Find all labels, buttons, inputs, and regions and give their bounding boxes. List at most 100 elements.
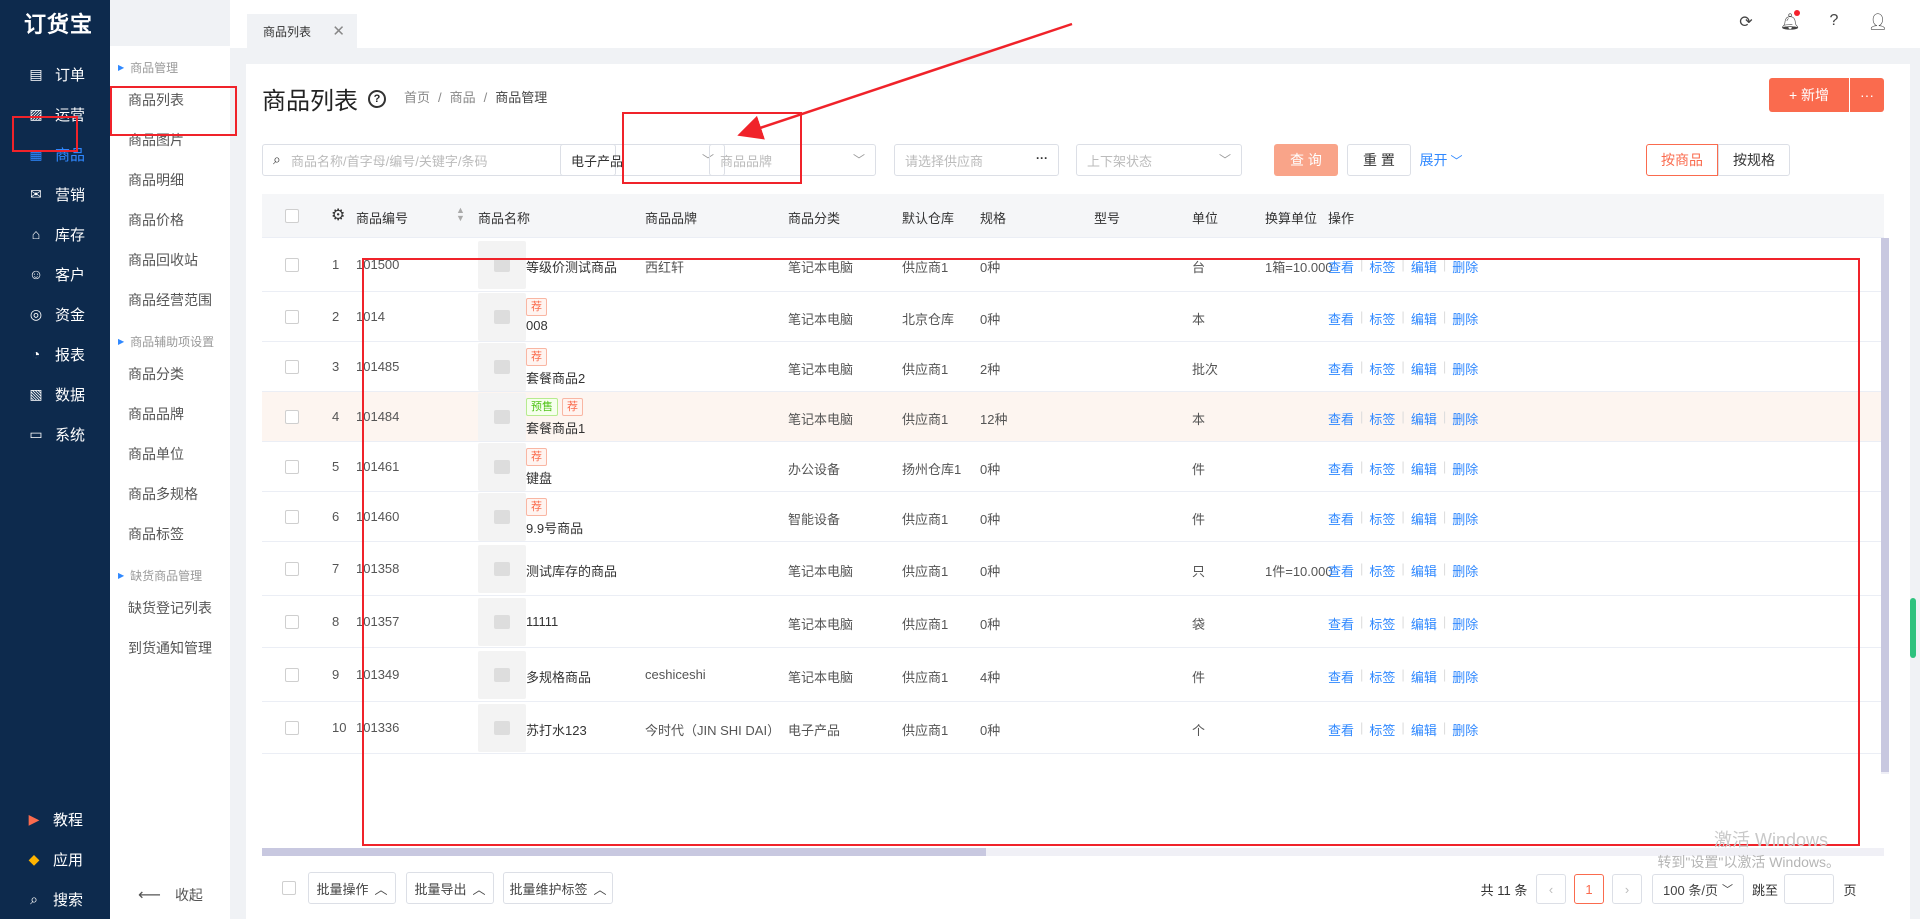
batch-export-button[interactable]: 批量导出 ︿ (406, 872, 494, 904)
nav-item-5[interactable]: ☺ 客户 (0, 254, 110, 294)
edit-link[interactable]: 编辑 (1411, 257, 1437, 276)
view-link[interactable]: 查看 (1328, 409, 1354, 428)
close-icon[interactable]: ✕ (332, 22, 345, 40)
subnav-item[interactable]: 商品明细 (110, 160, 230, 200)
delete-link[interactable]: 删除 (1452, 667, 1478, 686)
subnav-item[interactable]: 商品标签 (110, 514, 230, 554)
product-thumbnail[interactable] (478, 293, 526, 341)
ellipsis-icon[interactable]: ··· (1036, 151, 1048, 165)
subnav-item[interactable]: 商品单位 (110, 434, 230, 474)
view-link[interactable]: 查看 (1328, 561, 1354, 580)
view-link[interactable]: 查看 (1328, 614, 1354, 633)
page-size-select[interactable]: 100 条/页 ﹀ (1652, 874, 1744, 904)
tag-link[interactable]: 标签 (1369, 459, 1395, 478)
product-thumbnail[interactable] (478, 393, 526, 441)
tag-link[interactable]: 标签 (1369, 509, 1395, 528)
view-link[interactable]: 查看 (1328, 459, 1354, 478)
bell-icon[interactable]: 🔔︎ (1768, 10, 1812, 32)
product-thumbnail[interactable] (478, 443, 526, 491)
nav-item-3[interactable]: ✉ 营销 (0, 174, 110, 214)
subnav-item[interactable]: 到货通知管理 (110, 628, 230, 668)
status-select[interactable]: 上下架状态 ﹀ (1076, 144, 1242, 176)
nav-item-0[interactable]: ▤ 订单 (0, 54, 110, 94)
nav-item-6[interactable]: ◎ 资金 (0, 294, 110, 334)
tag-link[interactable]: 标签 (1369, 667, 1395, 686)
product-thumbnail[interactable] (478, 343, 526, 391)
subnav-item[interactable]: 商品经营范围 (110, 280, 230, 320)
subnav-item[interactable]: 商品价格 (110, 200, 230, 240)
sort-icon[interactable]: ▲ ▼ (456, 206, 465, 223)
help-icon[interactable]: ? (1812, 12, 1856, 32)
reset-button[interactable]: 重 置 (1347, 144, 1411, 176)
batch-tag-button[interactable]: 批量维护标签 ︿ (503, 872, 613, 904)
row-checkbox[interactable] (285, 668, 299, 682)
edit-link[interactable]: 编辑 (1411, 409, 1437, 428)
horizontal-scrollbar-thumb[interactable] (262, 848, 986, 856)
row-checkbox[interactable] (285, 360, 299, 374)
delete-link[interactable]: 删除 (1452, 359, 1478, 378)
view-link[interactable]: 查看 (1328, 359, 1354, 378)
delete-link[interactable]: 删除 (1452, 720, 1478, 739)
row-checkbox[interactable] (285, 258, 299, 272)
delete-link[interactable]: 删除 (1452, 459, 1478, 478)
tag-link[interactable]: 标签 (1369, 257, 1395, 276)
next-page-button[interactable]: › (1612, 874, 1642, 904)
product-thumbnail[interactable] (478, 241, 526, 289)
subnav-item[interactable]: 商品多规格 (110, 474, 230, 514)
edit-link[interactable]: 编辑 (1411, 667, 1437, 686)
by-spec-toggle[interactable]: 按规格 (1718, 144, 1790, 176)
add-product-button[interactable]: + 新增 (1769, 78, 1849, 112)
nav-item-2[interactable]: ▦ 商品 (0, 134, 110, 174)
refresh-icon[interactable]: ⟳ (1724, 12, 1768, 32)
delete-link[interactable]: 删除 (1452, 561, 1478, 580)
delete-link[interactable]: 删除 (1452, 614, 1478, 633)
nav-item-4[interactable]: ⌂ 库存 (0, 214, 110, 254)
row-checkbox[interactable] (285, 721, 299, 735)
table-row[interactable]: 4 101484 预售荐套餐商品1 笔记本电脑 供应商1 12种 本 查看 | 标签 | 编辑 | 删除 (262, 392, 1884, 442)
subnav-item[interactable]: 商品列表 (110, 80, 230, 120)
subnav-item[interactable]: 商品品牌 (110, 394, 230, 434)
table-row[interactable]: 8 101357 11111 笔记本电脑 供应商1 0种 袋 查看 | 标签 | 编辑 | 删除 (262, 596, 1884, 648)
jump-input[interactable] (1784, 874, 1834, 904)
edit-link[interactable]: 编辑 (1411, 309, 1437, 328)
delete-link[interactable]: 删除 (1452, 409, 1478, 428)
tag-link[interactable]: 标签 (1369, 614, 1395, 633)
delete-link[interactable]: 删除 (1452, 509, 1478, 528)
footer-select-checkbox[interactable] (282, 881, 296, 895)
help-circle-icon[interactable]: ? (368, 89, 386, 108)
expand-button[interactable]: 展开 ﹀ (1414, 144, 1468, 176)
table-row[interactable]: 3 101485 荐套餐商品2 笔记本电脑 供应商1 2种 批次 查看 | 标签 | 编辑 | 删除 (262, 342, 1884, 392)
subnav-item[interactable]: 商品回收站 (110, 240, 230, 280)
delete-link[interactable]: 删除 (1452, 309, 1478, 328)
user-icon[interactable]: 👤︎ (1856, 12, 1900, 32)
table-row[interactable]: 9 101349 多规格商品 ceshiceshi 笔记本电脑 供应商1 4种 件 查看 | 标签 |… (262, 648, 1884, 702)
table-row[interactable]: 5 101461 荐键盘 办公设备 扬州仓库1 0种 件 查看 | 标签 | 编辑 | 删除 (262, 442, 1884, 492)
by-product-toggle[interactable]: 按商品 (1646, 144, 1718, 176)
product-thumbnail[interactable] (478, 493, 526, 541)
subnav-item[interactable]: 缺货登记列表 (110, 588, 230, 628)
subnav-item[interactable]: 商品分类 (110, 354, 230, 394)
view-link[interactable]: 查看 (1328, 667, 1354, 686)
subnav-item[interactable]: 商品图片 (110, 120, 230, 160)
nav-item-8[interactable]: ▧ 数据 (0, 374, 110, 414)
delete-link[interactable]: 删除 (1452, 257, 1478, 276)
nav-bottom-item-2[interactable]: ⌕ 搜索 (0, 879, 110, 919)
nav-bottom-item-0[interactable]: ▶ 教程 (0, 799, 110, 839)
table-row[interactable]: 1 101500 等级价测试商品 西红轩 笔记本电脑 供应商1 0种 台 1箱=10.000 查看… (262, 238, 1884, 292)
table-row[interactable]: 2 1014 荐 008 笔记本电脑 北京仓库 0种 本 查看 | 标签 | 编辑 | 删除 (262, 292, 1884, 342)
table-row[interactable]: 10 101336 苏打水123 今时代（JIN SHI DAI） 电子产品 供应商1 0种… (262, 702, 1884, 754)
select-all-checkbox[interactable] (285, 209, 299, 223)
row-checkbox[interactable] (285, 615, 299, 629)
edit-link[interactable]: 编辑 (1411, 561, 1437, 580)
table-row[interactable]: 7 101358 测试库存的商品 笔记本电脑 供应商1 0种 只 1件=10.000 查看 | 标签… (262, 542, 1884, 596)
edit-link[interactable]: 编辑 (1411, 359, 1437, 378)
breadcrumb-item[interactable]: 首页 (404, 90, 430, 105)
edit-link[interactable]: 编辑 (1411, 614, 1437, 633)
supplier-select[interactable]: 请选择供应商 ··· (894, 144, 1059, 176)
category-select[interactable]: 电子产品 ﹀ (560, 144, 725, 176)
product-thumbnail[interactable] (478, 598, 526, 646)
tab-product-list[interactable]: 商品列表 ✕ (247, 14, 357, 48)
row-checkbox[interactable] (285, 460, 299, 474)
product-thumbnail[interactable] (478, 651, 526, 699)
view-link[interactable]: 查看 (1328, 309, 1354, 328)
